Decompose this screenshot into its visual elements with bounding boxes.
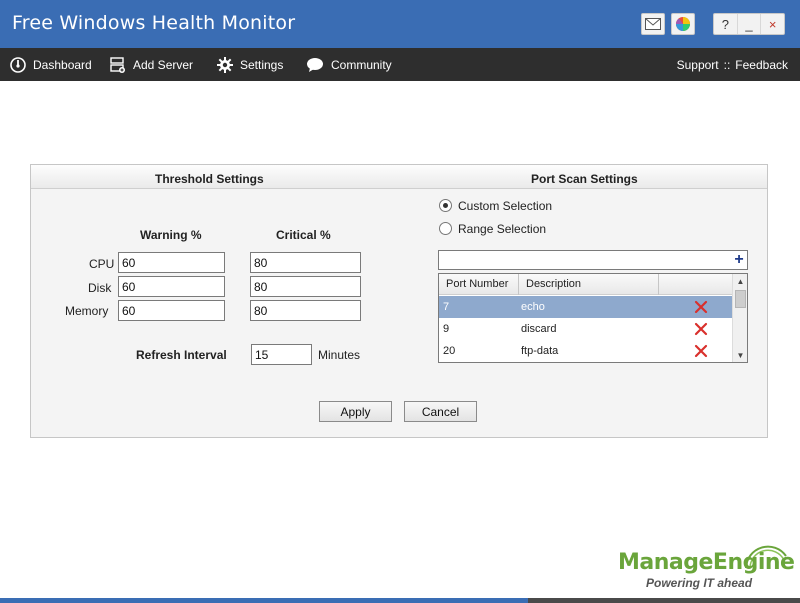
disk-warning-field[interactable] (118, 276, 225, 297)
scroll-down-arrow-icon[interactable]: ▼ (733, 348, 747, 362)
apply-button[interactable]: Apply (319, 401, 392, 422)
port-table: Port Number Description 7 echo 9 discard… (438, 273, 748, 363)
disk-label: Disk (88, 281, 112, 295)
range-selection-label[interactable]: Range Selection (458, 222, 546, 236)
delete-icon[interactable] (694, 322, 708, 336)
threshold-settings-title: Threshold Settings (155, 172, 264, 186)
cancel-button[interactable]: Cancel (404, 401, 477, 422)
theme-button[interactable] (671, 13, 695, 35)
app-title: Free Windows Health Monitor (12, 12, 296, 34)
memory-critical-field[interactable] (250, 300, 361, 321)
minimize-button[interactable]: _ (738, 14, 762, 34)
port-table-header: Port Number Description (439, 274, 732, 295)
port-cell: 20 (443, 345, 456, 357)
panel-header: Threshold Settings Port Scan Settings (31, 165, 767, 189)
support-link[interactable]: Support (677, 58, 719, 72)
port-cell: 9 (443, 323, 450, 335)
nav-label-dashboard: Dashboard (33, 57, 92, 72)
custom-selection-radio[interactable] (439, 199, 452, 212)
scroll-up-arrow-icon[interactable]: ▲ (733, 274, 747, 288)
nav-label-add-server: Add Server (133, 57, 194, 72)
nav-right-links: Support :: Feedback (677, 48, 788, 81)
description-cell: ftp-data (521, 345, 559, 357)
manageengine-logo: ManageEngine Powering IT ahead (600, 540, 795, 590)
custom-selection-label[interactable]: Custom Selection (458, 199, 552, 213)
port-number-input[interactable] (438, 250, 748, 270)
warning-header: Warning % (140, 228, 202, 242)
mail-icon (645, 18, 661, 30)
server-icon (110, 56, 126, 73)
dashboard-icon (10, 56, 26, 73)
delete-icon[interactable] (694, 300, 708, 314)
nav-separator: :: (723, 57, 731, 72)
cpu-warning-field[interactable] (118, 252, 225, 273)
table-row[interactable]: 7 echo (439, 296, 732, 318)
critical-header: Critical % (276, 228, 331, 242)
table-row[interactable]: 20 ftp-data (439, 340, 732, 362)
refresh-unit-label: Minutes (318, 348, 361, 362)
delete-icon[interactable] (694, 344, 708, 358)
gear-icon (217, 56, 233, 73)
add-port-button[interactable]: + (731, 250, 747, 270)
nav-item-add-server[interactable]: Add Server (110, 48, 193, 81)
help-button[interactable]: ? (714, 14, 738, 34)
nav-item-dashboard[interactable]: Dashboard (10, 48, 92, 81)
range-selection-radio[interactable] (439, 222, 452, 235)
memory-warning-field[interactable] (118, 300, 225, 321)
cpu-label: CPU (89, 257, 115, 271)
logo-tagline: Powering IT ahead (646, 576, 753, 590)
close-button[interactable]: × (761, 14, 784, 34)
title-bar: Free Windows Health Monitor ? _ × (0, 0, 800, 48)
table-row[interactable]: 9 discard (439, 318, 732, 340)
bottom-status-strip (0, 598, 800, 603)
nav-item-settings[interactable]: Settings (217, 48, 283, 81)
feedback-link[interactable]: Feedback (735, 58, 788, 72)
nav-label-community: Community (331, 57, 392, 72)
port-scan-settings-title: Port Scan Settings (531, 172, 638, 186)
window-controls: ? _ × (713, 13, 785, 35)
disk-critical-field[interactable] (250, 276, 361, 297)
logo-name: ManageEngine (618, 550, 795, 575)
port-table-scrollbar[interactable]: ▲ ▼ (732, 274, 747, 362)
nav-label-settings: Settings (240, 57, 284, 72)
mail-button[interactable] (641, 13, 665, 35)
cpu-critical-field[interactable] (250, 252, 361, 273)
column-description[interactable]: Description (519, 274, 659, 295)
scroll-thumb[interactable] (735, 290, 746, 308)
description-cell: echo (521, 301, 545, 313)
nav-item-community[interactable]: Community (306, 48, 392, 81)
port-cell: 7 (443, 301, 450, 313)
column-port-number[interactable]: Port Number (439, 274, 519, 295)
nav-bar: Dashboard Add Server Settings Community … (0, 48, 800, 81)
settings-panel: Threshold Settings Port Scan Settings Wa… (30, 164, 768, 438)
refresh-interval-label: Refresh Interval (136, 348, 227, 362)
color-palette-icon (676, 17, 690, 31)
chat-bubble-icon (306, 57, 324, 73)
refresh-interval-field[interactable] (251, 344, 312, 365)
memory-label: Memory (65, 304, 109, 318)
description-cell: discard (521, 323, 557, 335)
